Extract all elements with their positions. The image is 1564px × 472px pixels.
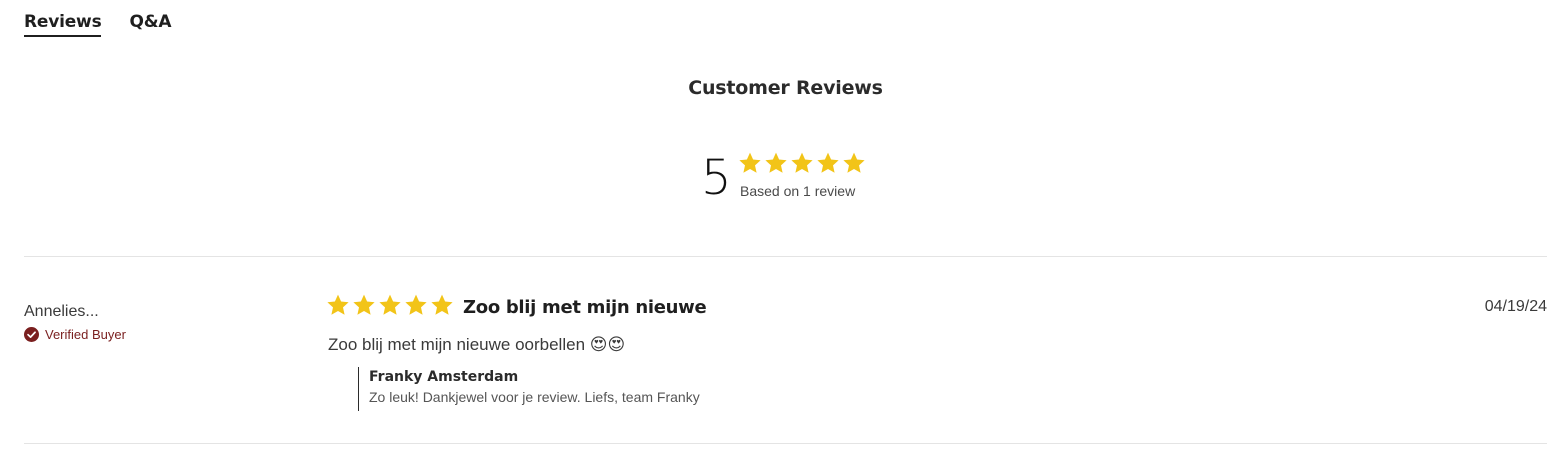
star-icon [404,293,428,317]
check-circle-icon [24,327,39,342]
review-star-rating [326,293,454,317]
star-icon [326,293,350,317]
store-reply: Franky Amsterdam Zo leuk! Dankjewel voor… [358,367,700,411]
star-icon [378,293,402,317]
divider [24,256,1547,257]
star-icon [764,151,788,175]
reviews-heading: Customer Reviews [688,77,883,99]
star-icon [790,151,814,175]
reviewer-name: Annelies... [24,303,99,320]
star-icon [430,293,454,317]
reply-author: Franky Amsterdam [369,369,519,385]
average-rating: 5 [701,150,732,206]
review-count: Based on 1 review [740,183,856,199]
review-title: Zoo blij met mijn nieuwe [463,297,707,318]
reply-text: Zo leuk! Dankjewel voor je review. Liefs… [369,389,700,405]
star-icon [842,151,866,175]
verified-badge: Verified Buyer [24,327,126,342]
star-icon [352,293,376,317]
summary-star-rating [738,151,866,175]
star-icon [738,151,762,175]
reviews-widget: Reviews Q&A Customer Reviews 5 Based on … [0,0,1564,472]
verified-label: Verified Buyer [45,327,126,342]
review-date: 04/19/24 [1484,298,1547,315]
review-body: Zoo blij met mijn nieuwe oorbellen 😍😍 [328,335,626,354]
tab-bar: Reviews Q&A [24,12,172,37]
star-icon [816,151,840,175]
tab-reviews[interactable]: Reviews [24,12,102,37]
divider [24,443,1547,444]
tab-qa[interactable]: Q&A [129,12,171,37]
